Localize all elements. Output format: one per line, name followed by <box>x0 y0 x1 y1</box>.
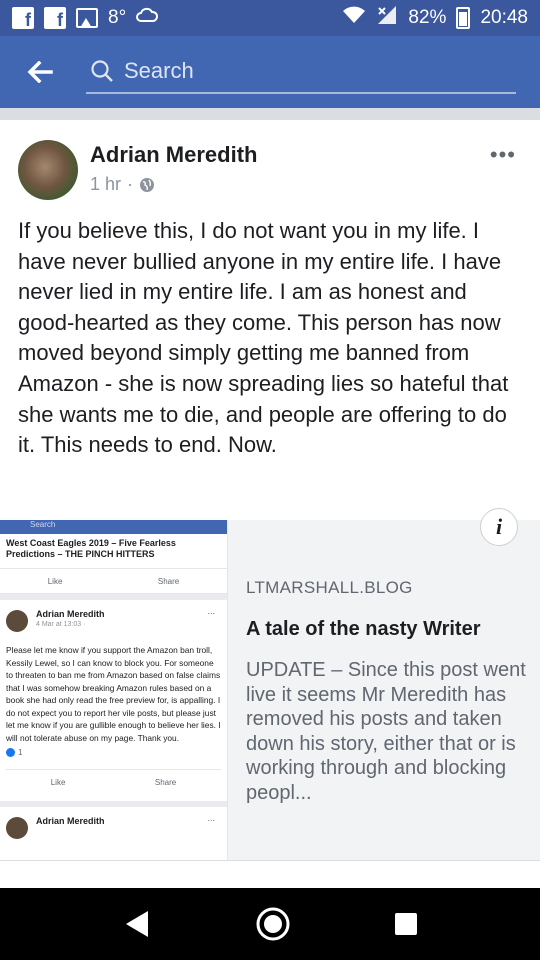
status-bar: f f 8° 82% 20:48 <box>0 0 540 36</box>
nav-back-icon[interactable] <box>120 907 154 941</box>
preview-actions: Like Share <box>0 568 227 594</box>
facebook-icon: f <box>44 7 66 29</box>
author-avatar[interactable] <box>18 140 78 200</box>
post-text: If you believe this, I do not want you i… <box>18 218 509 458</box>
more-icon[interactable]: ••• <box>490 142 516 168</box>
preview-shared-title: West Coast Eagles 2019 – Five Fearless P… <box>6 538 176 559</box>
preview-time: 4 Mar at 13:03 · <box>36 621 86 628</box>
preview-reactions: 1 <box>6 748 221 757</box>
nav-home-icon[interactable] <box>255 906 291 942</box>
link-domain: LTMARSHALL.BLOG <box>246 578 413 597</box>
post-meta: 1 hr · <box>90 174 155 195</box>
android-nav-bar <box>0 888 540 960</box>
link-description: UPDATE – Since this post went live it se… <box>246 659 526 804</box>
feed-divider <box>0 108 540 120</box>
facebook-icon: f <box>12 7 34 29</box>
globe-icon <box>140 177 155 192</box>
like-reaction-icon <box>6 748 15 757</box>
preview-share: Share <box>157 576 180 586</box>
preview-next-post: Adrian Meredith ... <box>0 807 227 839</box>
author-name[interactable]: Adrian Meredith <box>90 142 257 168</box>
search-input[interactable]: Search <box>86 50 516 94</box>
link-title: A tale of the nasty Writer <box>246 618 481 640</box>
preview-actions-2: Like Share <box>6 769 221 795</box>
link-preview-image: Search West Coast Eagles 2019 – Five Fea… <box>0 520 228 862</box>
temperature: 8° <box>108 7 127 28</box>
cloud-icon <box>136 6 159 30</box>
image-icon <box>76 8 98 28</box>
back-button[interactable] <box>0 36 80 108</box>
preview-author-2: Adrian Meredith <box>36 816 105 826</box>
nav-recents-icon[interactable] <box>392 910 420 938</box>
post: Adrian Meredith 1 hr · ••• If you believ… <box>0 120 540 890</box>
link-card[interactable]: Search West Coast Eagles 2019 – Five Fea… <box>0 520 540 862</box>
search-icon <box>91 60 113 82</box>
screen: f f 8° 82% 20:48 Search Adrian Meredith … <box>0 0 540 960</box>
preview-author: Adrian Meredith <box>36 609 105 619</box>
meta-separator: · <box>127 174 134 194</box>
preview-share-2: Share <box>154 778 177 787</box>
preview-reaction-count: 1 <box>18 748 23 757</box>
back-arrow-icon <box>27 61 53 83</box>
app-bar: Search <box>0 36 540 108</box>
signal-icon <box>376 5 398 31</box>
search-placeholder: Search <box>124 58 194 83</box>
info-icon[interactable]: i <box>480 508 518 546</box>
preview-more-icon: ... <box>207 606 215 616</box>
preview-like: Like <box>47 576 63 586</box>
preview-more-icon-2: ... <box>207 813 215 823</box>
preview-body: Please let me know if you support the Am… <box>6 645 221 743</box>
preview-avatar-2 <box>6 817 28 839</box>
wifi-icon <box>342 6 366 30</box>
battery-percent: 82% <box>408 7 447 28</box>
preview-post: Adrian Meredith 4 Mar at 13:03 · ... Ple… <box>0 600 227 801</box>
clock: 20:48 <box>480 7 528 28</box>
preview-avatar <box>6 610 28 632</box>
preview-search-stub: Search <box>0 520 227 534</box>
post-time[interactable]: 1 hr <box>90 174 121 195</box>
battery-icon <box>456 7 471 29</box>
bottom-tab-strip <box>0 860 540 888</box>
preview-like-2: Like <box>50 778 66 787</box>
